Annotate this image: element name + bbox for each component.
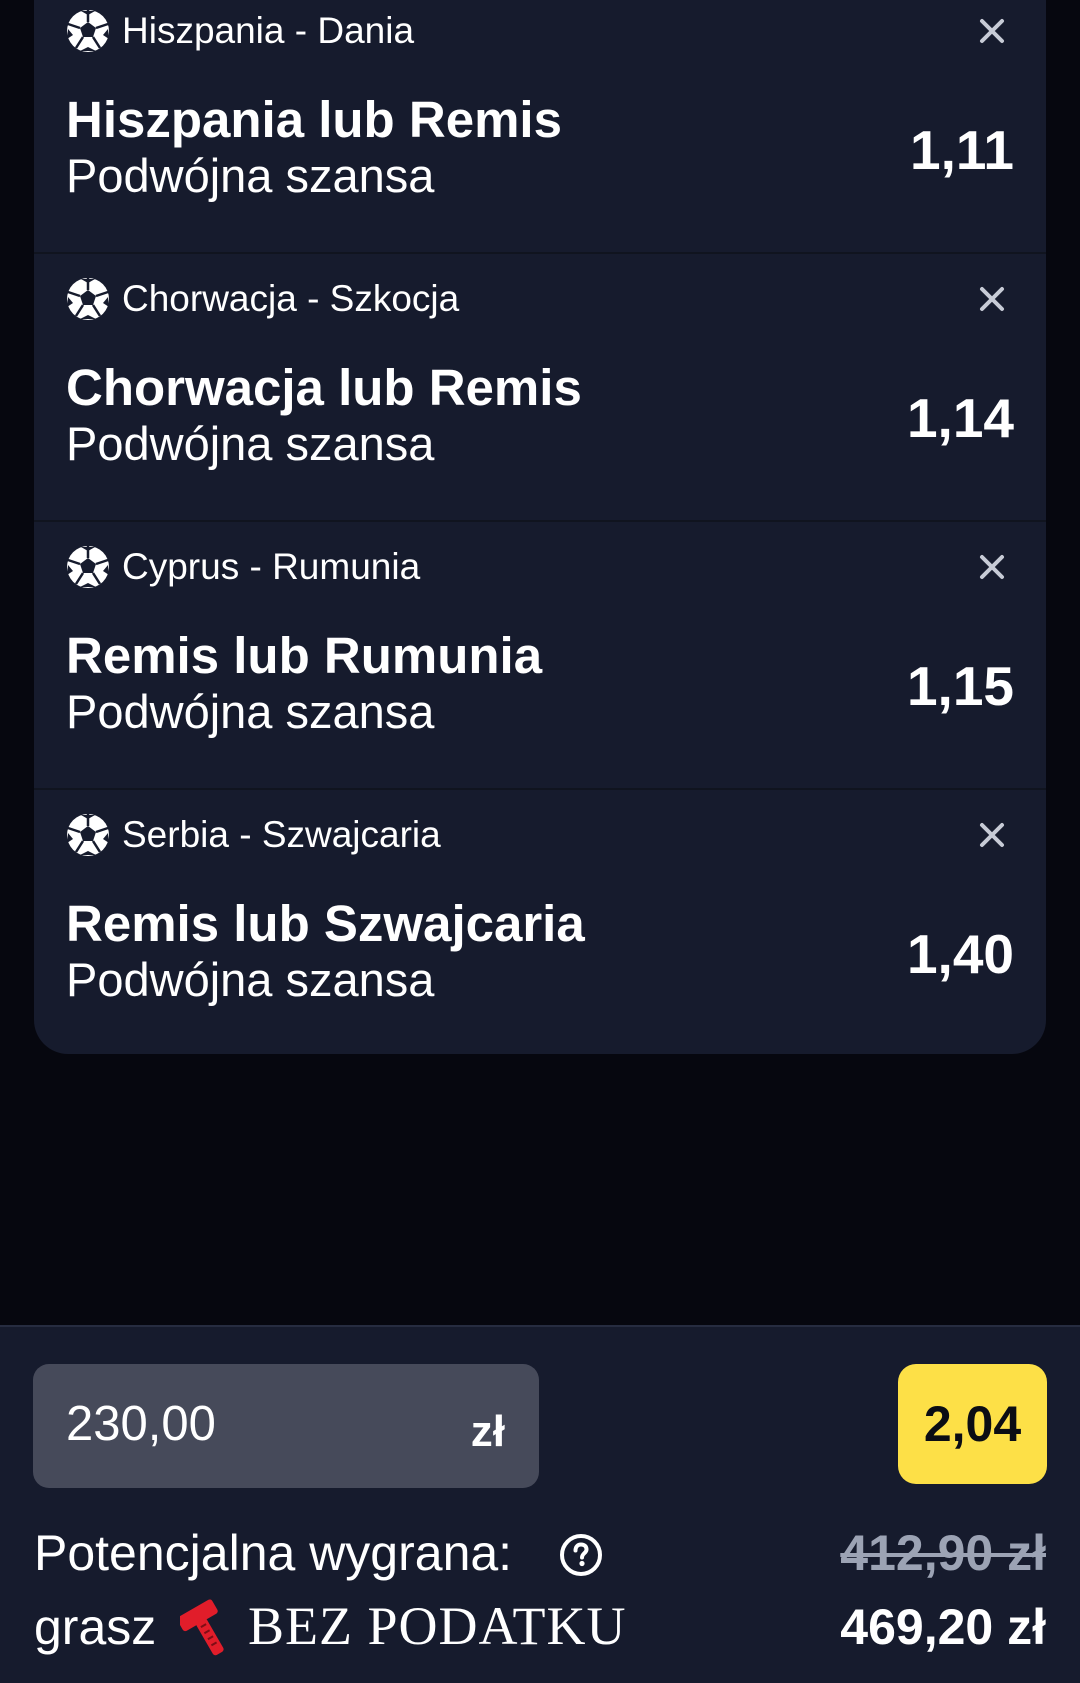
- potential-win-label: Potencjalna wygrana:: [34, 1525, 513, 1581]
- bet-odds: 1,14: [906, 387, 1014, 449]
- match-name: Chorwacja - Szkocja: [122, 278, 460, 319]
- market-name: Podwójna szansa: [66, 149, 435, 202]
- close-icon: [980, 823, 1004, 847]
- remove-bet-button[interactable]: [970, 277, 1014, 321]
- bet-item: Chorwacja - Szkocja Chorwacja lub Remis …: [34, 268, 1046, 535]
- betslip-card: Hiszpania - Dania Hiszpania lub Remis Po…: [34, 0, 1046, 1054]
- divider: [34, 520, 1046, 522]
- divider: [34, 252, 1046, 254]
- match-name: Serbia - Szwajcaria: [122, 814, 441, 855]
- hammer-icon: [180, 1599, 224, 1656]
- close-icon: [980, 287, 1004, 311]
- match-name: Hiszpania - Dania: [122, 10, 415, 51]
- market-name: Podwójna szansa: [66, 417, 435, 470]
- tax-free-text: BEZ PODATKU: [248, 1596, 627, 1656]
- soccer-ball-icon: [67, 278, 109, 320]
- selection-name: Hiszpania lub Remis: [66, 91, 562, 148]
- close-icon: [980, 555, 1004, 579]
- market-name: Podwójna szansa: [66, 685, 435, 738]
- market-name: Podwójna szansa: [66, 953, 435, 1006]
- bet-summary-panel: 230,00 zł 2,04 Potencjalna wygrana: 412,…: [0, 1325, 1080, 1683]
- divider: [34, 788, 1046, 790]
- total-odds-badge: 2,04: [898, 1364, 1047, 1484]
- bet-odds: 1,15: [906, 655, 1014, 717]
- bet-item: Serbia - Szwajcaria Remis lub Szwajcaria…: [34, 804, 1046, 1054]
- stake-input[interactable]: 230,00 zł: [33, 1364, 539, 1488]
- match-name: Cyprus - Rumunia: [122, 546, 421, 587]
- stake-currency: zł: [470, 1407, 505, 1456]
- soccer-ball-icon: [67, 10, 109, 52]
- question-circle-icon[interactable]: [558, 1532, 604, 1578]
- selection-name: Remis lub Szwajcaria: [66, 895, 585, 952]
- bet-item: Cyprus - Rumunia Remis lub Rumunia Podwó…: [34, 536, 1046, 803]
- bet-item: Hiszpania - Dania Hiszpania lub Remis Po…: [34, 0, 1046, 267]
- bet-odds: 1,11: [909, 119, 1014, 181]
- close-icon: [980, 19, 1004, 43]
- stake-value[interactable]: 230,00: [66, 1394, 216, 1454]
- grasz-label: grasz: [34, 1599, 157, 1655]
- remove-bet-button[interactable]: [970, 813, 1014, 857]
- old-potential-win: 412,90 zł: [840, 1525, 1046, 1581]
- soccer-ball-icon: [67, 814, 109, 856]
- remove-bet-button[interactable]: [970, 9, 1014, 53]
- final-potential-win: 469,20 zł: [840, 1599, 1046, 1655]
- remove-bet-button[interactable]: [970, 545, 1014, 589]
- selection-name: Chorwacja lub Remis: [66, 359, 582, 416]
- soccer-ball-icon: [67, 546, 109, 588]
- bet-odds: 1,40: [906, 923, 1014, 985]
- selection-name: Remis lub Rumunia: [66, 627, 543, 684]
